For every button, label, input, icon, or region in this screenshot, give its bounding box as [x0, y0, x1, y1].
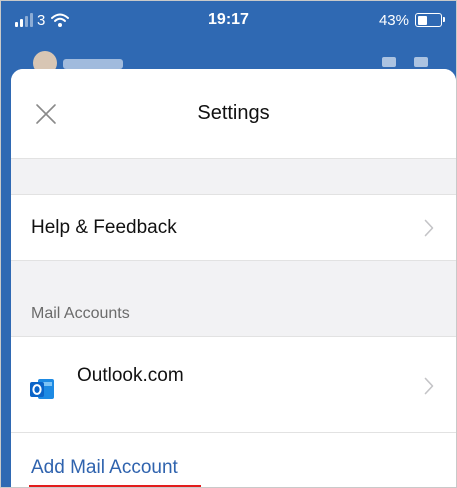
help-feedback-row[interactable]: Help & Feedback [11, 195, 456, 261]
settings-header: Settings [11, 69, 456, 159]
add-mail-account-row: Add Mail Account [11, 433, 456, 487]
mail-accounts-section-label: Mail Accounts [31, 305, 130, 322]
peek-title-bar [63, 59, 123, 69]
chevron-right-icon [424, 377, 434, 395]
section-spacer [11, 159, 456, 195]
annotation-underline [29, 485, 201, 487]
peek-icons [382, 57, 428, 67]
filter-icon [382, 57, 396, 67]
account-row-outlook[interactable]: Outlook.com [11, 337, 456, 433]
battery-fill [417, 15, 427, 25]
status-right: 43% [378, 10, 445, 30]
settings-sheet: Settings Help & Feedback Mail Accounts O… [11, 69, 456, 487]
help-feedback-label: Help & Feedback [31, 217, 177, 238]
account-label: Outlook.com [77, 365, 184, 386]
compose-icon [414, 57, 428, 67]
chevron-right-icon [424, 219, 434, 237]
add-mail-account-link[interactable]: Add Mail Account [31, 457, 178, 479]
outlook-icon [30, 379, 54, 399]
mail-accounts-section: Mail Accounts [11, 261, 456, 337]
status-bar: 3 19:17 43% [1, 1, 456, 45]
battery-percent: 43% [378, 11, 409, 29]
app-frame: 3 19:17 43% Settings Help & Feedback Mai… [0, 0, 457, 488]
page-title: Settings [197, 102, 270, 124]
battery-icon [415, 13, 445, 27]
